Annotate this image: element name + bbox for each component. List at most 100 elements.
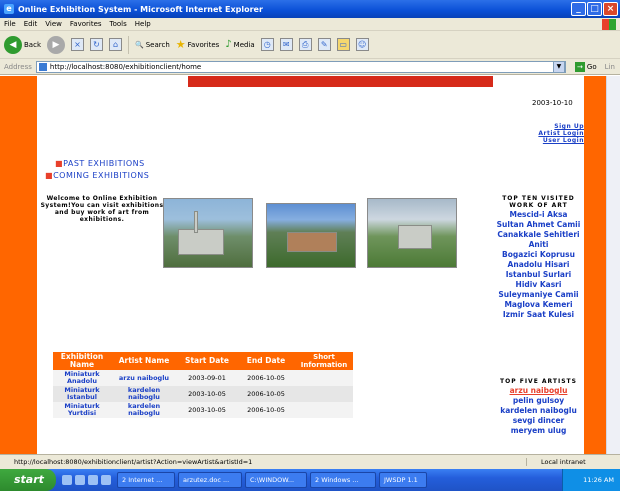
top-ten-section: TOP TEN VISITED WORK OF ART Mescid-i Aks… <box>493 195 584 320</box>
close-button[interactable]: × <box>603 2 618 16</box>
col-artist-name: Artist Name <box>111 352 177 370</box>
taskbar-task[interactable]: 2 Internet ... <box>117 472 175 488</box>
menu-view[interactable]: View <box>45 20 62 28</box>
top-ten-item[interactable]: Anadolu Hisari <box>493 260 584 270</box>
sign-up-link[interactable]: Sign Up <box>512 123 584 130</box>
search-button[interactable]: 🔍 Search <box>135 41 170 49</box>
current-date: 2003-10-10 <box>532 99 573 107</box>
left-orange-border <box>0 76 37 454</box>
media-button[interactable]: ♪ Media <box>225 39 254 50</box>
end-date-cell: 2006-10-05 <box>237 386 295 402</box>
nav-coming-exhibitions[interactable]: ■COMING EXHIBITIONS <box>45 170 149 182</box>
building-shape <box>178 229 224 255</box>
links-label[interactable]: Lin <box>605 63 615 71</box>
nav-coming-label: COMING EXHIBITIONS <box>53 171 150 180</box>
quick-launch-icon[interactable] <box>62 475 72 485</box>
status-bar: http://localhost:8080/exhibitionclient/a… <box>0 454 620 469</box>
exhibition-photo-1[interactable] <box>163 198 253 268</box>
col-end-date: End Date <box>237 352 295 370</box>
page-icon <box>38 62 47 71</box>
top-five-item[interactable]: kardelen naiboglu <box>493 406 584 416</box>
menu-help[interactable]: Help <box>135 20 151 28</box>
taskbar-task[interactable]: 2 Windows ... <box>310 472 376 488</box>
user-login-link[interactable]: User Login <box>512 137 584 144</box>
top-ten-item[interactable]: Istanbul Surlari <box>493 270 584 280</box>
forward-button[interactable]: ▶ <box>47 35 65 54</box>
windows-flag-icon <box>602 19 616 30</box>
top-ten-item[interactable]: Sultan Ahmet Camii <box>493 220 584 230</box>
folder-icon[interactable]: ▭ <box>336 38 350 51</box>
go-button[interactable]: → Go <box>574 61 597 72</box>
top-five-item[interactable]: sevgi dincer <box>493 416 584 426</box>
search-icon: 🔍 <box>135 40 144 49</box>
edit-icon[interactable]: ✎ <box>317 38 331 51</box>
table-header-row: Exhibition Name Artist Name Start Date E… <box>53 352 353 370</box>
artist-name-cell[interactable]: kardelen naiboglu <box>111 402 177 418</box>
minaret-shape <box>194 211 198 233</box>
quick-launch-icon[interactable] <box>88 475 98 485</box>
status-url: http://localhost:8080/exhibitionclient/a… <box>14 458 253 466</box>
quick-launch-icon[interactable] <box>75 475 85 485</box>
menu-bar: File Edit View Favorites Tools Help <box>0 18 620 31</box>
top-ten-item[interactable]: Canakkale Sehitleri Aniti <box>493 230 584 250</box>
quick-launch <box>62 475 111 485</box>
back-button[interactable]: ◀ Back <box>4 35 41 54</box>
top-ten-item[interactable]: Mescid-i Aksa <box>493 210 584 220</box>
menu-edit[interactable]: Edit <box>24 20 38 28</box>
home-icon[interactable]: ⌂ <box>109 38 122 51</box>
go-label: Go <box>586 62 597 71</box>
exhibition-name-cell[interactable]: Miniaturk Yurtdisi <box>53 402 111 418</box>
back-label: Back <box>24 40 41 49</box>
top-five-item[interactable]: pelin gulsoy <box>493 396 584 406</box>
artist-name-cell[interactable]: arzu naiboglu <box>111 370 177 386</box>
top-five-item[interactable]: arzu naiboglu <box>493 386 584 396</box>
short-info-cell <box>295 386 353 402</box>
maximize-button[interactable]: □ <box>587 2 602 16</box>
history-icon[interactable]: ◷ <box>260 38 274 51</box>
address-dropdown-icon[interactable]: ▼ <box>552 60 565 73</box>
col-short-information: Short Information <box>295 352 353 370</box>
artist-login-link[interactable]: Artist Login <box>512 130 584 137</box>
menu-tools[interactable]: Tools <box>110 20 127 28</box>
bullet-icon: ■ <box>45 171 54 180</box>
print-icon[interactable]: ⎙ <box>298 38 312 51</box>
minimize-button[interactable]: _ <box>571 2 586 16</box>
vertical-scrollbar[interactable] <box>606 76 620 454</box>
taskbar-task[interactable]: arzutez.doc ... <box>178 472 242 488</box>
menu-favorites[interactable]: Favorites <box>70 20 102 28</box>
table-row: Miniaturk Istanbul kardelen naiboglu 200… <box>53 386 353 402</box>
start-button[interactable]: start <box>0 469 56 491</box>
clock[interactable]: 11:26 AM <box>583 476 614 484</box>
quick-launch-icon[interactable] <box>101 475 111 485</box>
media-icon: ♪ <box>225 39 232 50</box>
taskbar: start 2 Internet ... arzutez.doc ... C:\… <box>0 469 620 491</box>
top-ten-item[interactable]: Maglova Kemeri <box>493 300 584 310</box>
taskbar-task[interactable]: JWSDP 1.1 <box>379 472 427 488</box>
nav-past-exhibitions[interactable]: ■PAST EXHIBITIONS <box>45 158 149 170</box>
top-ten-item[interactable]: Bogazici Koprusu <box>493 250 584 260</box>
exhibition-photo-3[interactable] <box>367 198 457 268</box>
favorites-button[interactable]: ★ Favorites <box>176 38 220 51</box>
artist-name-cell[interactable]: kardelen naiboglu <box>111 386 177 402</box>
messenger-icon[interactable]: ☺ <box>355 38 369 51</box>
stop-icon[interactable]: × <box>71 38 84 51</box>
top-ten-item[interactable]: Suleymaniye Camii <box>493 290 584 300</box>
mail-icon[interactable]: ✉ <box>279 38 293 51</box>
start-date-cell: 2003-10-05 <box>177 386 237 402</box>
exhibition-name-cell[interactable]: Miniaturk Anadolu <box>53 370 111 386</box>
refresh-icon[interactable]: ↻ <box>90 38 103 51</box>
exhibition-photo-2[interactable] <box>266 203 356 268</box>
exhibition-table: Exhibition Name Artist Name Start Date E… <box>53 352 353 418</box>
top-ten-item[interactable]: Hidiv Kasri <box>493 280 584 290</box>
menu-file[interactable]: File <box>4 20 16 28</box>
screen: e Online Exhibition System - Microsoft I… <box>0 0 620 491</box>
bullet-icon: ■ <box>55 159 64 168</box>
taskbar-task[interactable]: C:\WINDOW... <box>245 472 307 488</box>
exhibition-name-cell[interactable]: Miniaturk Istanbul <box>53 386 111 402</box>
system-tray: 11:26 AM <box>562 469 620 491</box>
address-input[interactable]: http://localhost:8080/exhibitionclient/h… <box>35 60 566 73</box>
browser-toolbar: ◀ Back ▶ × ↻ ⌂ 🔍 Search ★ Favorites ♪ Me… <box>0 31 620 59</box>
top-ten-item[interactable]: Izmir Saat Kulesi <box>493 310 584 320</box>
top-five-item[interactable]: meryem ulug <box>493 426 584 436</box>
address-label: Address <box>4 62 32 71</box>
